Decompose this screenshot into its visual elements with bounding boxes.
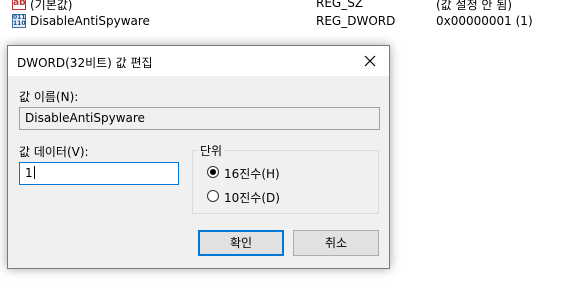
value-name-field: DisableAntiSpyware	[19, 107, 380, 130]
text-caret	[33, 166, 35, 179]
base-group-label: 단위	[198, 142, 225, 159]
value-data-field[interactable]: 1	[19, 162, 179, 185]
radio-circle	[207, 166, 219, 178]
ok-button[interactable]: 확인	[198, 230, 284, 256]
dialog-titlebar[interactable]: DWORD(32비트) 값 편집	[8, 46, 389, 76]
value-type: REG_DWORD	[316, 14, 396, 28]
close-button[interactable]	[357, 49, 383, 73]
dword-value-icon: 011 110	[12, 14, 26, 28]
value-name-label: 값 이름(N):	[19, 90, 79, 104]
value-name: DisableAntiSpyware	[30, 14, 150, 28]
value-data-label: 값 데이터(V):	[19, 145, 89, 159]
dialog-title: DWORD(32비트) 값 편집	[17, 56, 153, 70]
cancel-button[interactable]: 취소	[293, 230, 379, 256]
value-data-text: 1	[25, 166, 33, 180]
radio-label: 16진수(H)	[224, 167, 280, 181]
base-group: 단위 16진수(H) 10진수(D)	[192, 142, 379, 214]
radio-circle	[207, 190, 219, 202]
value-type: REG_SZ	[316, 0, 364, 10]
radio-selected-dot	[210, 169, 216, 175]
value-data: 0x00000001 (1)	[436, 14, 533, 28]
close-icon	[364, 55, 376, 67]
registry-value-row[interactable]: 011 110 DisableAntiSpyware REG_DWORD 0x00…	[0, 12, 567, 32]
string-value-icon: ab	[12, 0, 26, 10]
edit-dword-dialog: DWORD(32비트) 값 편집 값 이름(N): DisableAntiSpy…	[7, 45, 390, 269]
radio-label: 10진수(D)	[224, 191, 280, 205]
